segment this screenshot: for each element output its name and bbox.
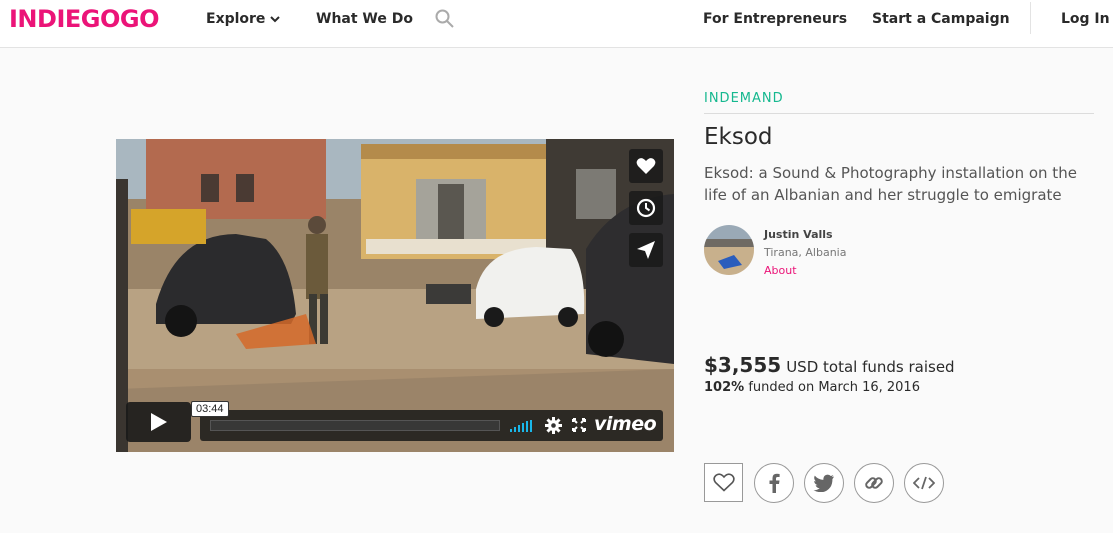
fullscreen-button[interactable]	[572, 418, 586, 432]
embed-button[interactable]	[904, 463, 944, 503]
link-icon	[865, 477, 883, 489]
owner-about-link[interactable]: About	[764, 264, 797, 277]
owner-avatar-image	[704, 225, 754, 275]
video-like-button[interactable]	[629, 149, 663, 183]
owner-location: Tirana, Albania	[764, 246, 847, 259]
campaign-title: Eksod	[704, 124, 773, 150]
nav-start-campaign[interactable]: Start a Campaign	[872, 11, 1010, 27]
category-divider	[704, 113, 1094, 114]
funded-percent: 102%	[704, 380, 745, 395]
facebook-icon	[769, 473, 780, 493]
top-nav-bar: INDIEGOGO Explore What We Do For Entrepr…	[0, 0, 1113, 48]
nav-what-we-do[interactable]: What We Do	[316, 11, 413, 27]
share-facebook-button[interactable]	[754, 463, 794, 503]
settings-button[interactable]	[545, 417, 562, 434]
volume-icon	[510, 420, 532, 432]
paper-plane-icon	[637, 241, 655, 259]
funds-amount: $3,555	[704, 353, 782, 377]
search-button[interactable]	[435, 9, 454, 28]
indiegogo-logo[interactable]: INDIEGOGO	[9, 5, 159, 33]
campaign-tagline: Eksod: a Sound & Photography installatio…	[704, 164, 1077, 204]
video-player[interactable]: vimeo 03:44	[116, 139, 674, 452]
video-share-button[interactable]	[629, 233, 663, 267]
heart-icon	[636, 158, 656, 174]
embed-icon	[913, 476, 935, 490]
funds-label: USD total funds raised	[786, 358, 955, 376]
share-twitter-button[interactable]	[804, 463, 844, 503]
owner-name[interactable]: Justin Valls	[764, 228, 833, 241]
nav-explore-label: Explore	[206, 11, 266, 27]
campaign-category[interactable]: INDEMAND	[704, 91, 784, 106]
copy-link-button[interactable]	[854, 463, 894, 503]
owner-avatar[interactable]	[704, 225, 754, 275]
vimeo-logo[interactable]: vimeo	[594, 413, 657, 435]
twitter-icon	[813, 474, 834, 492]
video-time-tooltip: 03:44	[191, 401, 229, 417]
funded-text: funded on March 16, 2016	[748, 380, 920, 395]
clock-icon	[636, 198, 656, 218]
search-icon	[435, 9, 454, 28]
play-button[interactable]	[126, 402, 191, 442]
nav-login[interactable]: Log In	[1061, 11, 1110, 27]
heart-outline-icon	[712, 473, 735, 492]
nav-divider	[1030, 2, 1031, 34]
follow-button[interactable]	[704, 463, 743, 502]
chevron-down-icon	[270, 15, 281, 22]
nav-for-entrepreneurs[interactable]: For Entrepreneurs	[703, 11, 847, 27]
nav-explore[interactable]: Explore	[206, 11, 281, 27]
fullscreen-icon	[572, 418, 586, 432]
funded-status: 102% funded on March 16, 2016	[704, 380, 920, 395]
volume-button[interactable]	[510, 420, 534, 432]
video-control-bar: vimeo	[200, 410, 663, 441]
video-watch-later-button[interactable]	[629, 191, 663, 225]
play-icon	[150, 413, 167, 431]
video-progress-bar[interactable]	[210, 420, 500, 431]
gear-icon	[545, 417, 562, 434]
funds-raised: $3,555 USD total funds raised	[704, 353, 955, 377]
